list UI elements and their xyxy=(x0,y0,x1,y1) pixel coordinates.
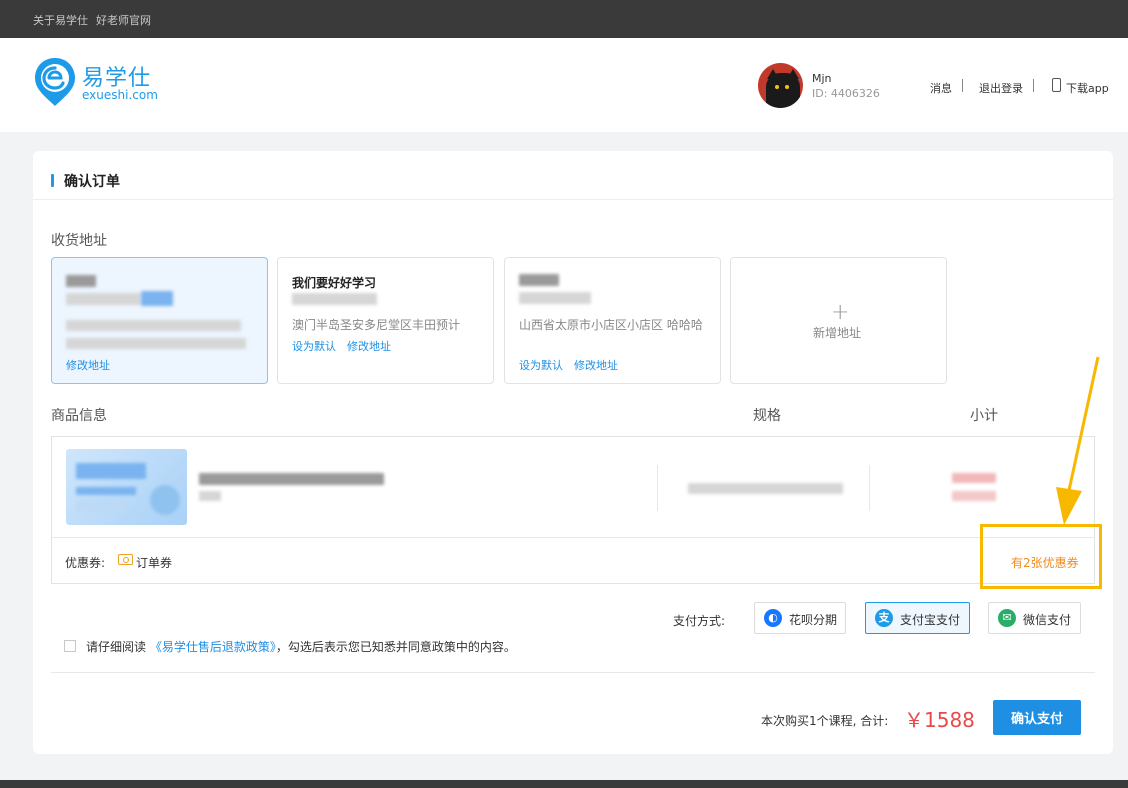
alipay-icon: 支 xyxy=(875,609,893,627)
annotation-arrow-icon xyxy=(1056,356,1100,525)
annotation-highlight-box xyxy=(980,524,1102,589)
official-site-link[interactable]: 好老师官网 xyxy=(96,12,151,28)
agreement-suffix: ，勾选后表示您已知悉并同意政策中的内容。 xyxy=(275,640,516,654)
wechat-icon: ✉ xyxy=(998,609,1016,627)
redacted-name xyxy=(519,274,559,286)
redacted-price xyxy=(952,491,996,501)
redacted-course-title xyxy=(199,473,384,485)
title-accent xyxy=(51,174,54,187)
edit-address-link[interactable]: 修改地址 xyxy=(574,357,618,373)
ticket-icon xyxy=(118,554,133,565)
logo-text-en[interactable]: exueshi.com xyxy=(82,88,158,102)
coupon-label: 优惠券: xyxy=(65,556,106,570)
alipay-label: 支付宝支付 xyxy=(900,613,961,627)
wechat-pay-button[interactable]: ✉ 微信支付 xyxy=(988,602,1081,634)
page-title: 确认订单 xyxy=(64,174,120,190)
divider xyxy=(51,672,1095,673)
redacted-address xyxy=(66,338,246,349)
exueshi-logo-icon[interactable] xyxy=(33,56,77,108)
download-app-link[interactable]: 下载app xyxy=(1066,80,1109,96)
refund-policy-link[interactable]: 《易学仕售后退款政策》 xyxy=(150,640,276,654)
coupon-type: 订单券 xyxy=(136,556,173,570)
user-name: Mjn xyxy=(812,72,832,85)
user-id: ID: 4406326 xyxy=(812,87,880,100)
address-card[interactable]: 修改地址 xyxy=(51,257,268,384)
huabei-icon: ◐ xyxy=(764,609,782,627)
wechat-label: 微信支付 xyxy=(1023,613,1072,627)
huabei-pay-button[interactable]: ◐ 花呗分期 xyxy=(754,602,846,634)
set-default-link[interactable]: 设为默认 xyxy=(292,338,336,354)
messages-link[interactable]: 消息 xyxy=(930,80,952,96)
about-link[interactable]: 关于易学仕 xyxy=(33,12,88,28)
huabei-label: 花呗分期 xyxy=(789,613,838,627)
confirm-pay-button[interactable]: 确认支付 xyxy=(993,700,1081,735)
agreement-prefix: 请仔细阅读 xyxy=(86,640,147,654)
redacted-course-title xyxy=(199,491,221,501)
logout-link[interactable]: 退出登录 xyxy=(979,80,1023,96)
divider xyxy=(33,199,1113,200)
subtotal-label: 小计 xyxy=(970,408,998,424)
avatar[interactable] xyxy=(758,63,803,108)
total-price: ￥1588 xyxy=(904,708,975,732)
set-default-link[interactable]: 设为默认 xyxy=(519,357,563,373)
goods-box: 优惠券: 订单券 有2张优惠券 xyxy=(51,436,1095,584)
agreement-text: 请仔细阅读 《易学仕售后退款政策》，勾选后表示您已知悉并同意政策中的内容。 xyxy=(86,638,516,655)
default-tag xyxy=(141,291,173,306)
goods-info-label: 商品信息 xyxy=(51,408,107,424)
edit-address-link[interactable]: 修改地址 xyxy=(347,338,391,354)
divider xyxy=(52,537,1094,538)
site-header: 易学仕 exueshi.com Mjn ID: 4406326 消息 退出登录 … xyxy=(0,38,1128,132)
divider xyxy=(657,465,658,511)
total-label: 本次购买1个课程, 合计: xyxy=(761,714,889,728)
course-thumbnail[interactable] xyxy=(66,449,187,525)
address-detail: 山西省太原市小店区小店区 哈哈哈 xyxy=(519,318,703,332)
divider xyxy=(869,465,870,511)
top-bar: 关于易学仕 好老师官网 xyxy=(0,0,1128,38)
address-card[interactable]: 山西省太原市小店区小店区 哈哈哈 设为默认 修改地址 xyxy=(504,257,721,384)
add-address-label: 新增地址 xyxy=(813,326,862,340)
alipay-button[interactable]: 支 支付宝支付 xyxy=(865,602,970,634)
address-card[interactable]: 我们要好好学习 澳门半岛圣安多尼堂区丰田预计 设为默认 修改地址 xyxy=(277,257,494,384)
redacted-phone xyxy=(519,292,591,304)
edit-address-link[interactable]: 修改地址 xyxy=(66,357,110,373)
divider xyxy=(1033,79,1034,92)
redacted-name xyxy=(66,275,96,287)
add-address-card[interactable]: + 新增地址 xyxy=(730,257,947,384)
payment-method-label: 支付方式: xyxy=(673,614,726,628)
order-card: 确认订单 收货地址 修改地址 我们要好好学习 澳门半岛圣安多尼堂区丰田预计 设为… xyxy=(33,151,1113,754)
agreement-checkbox[interactable] xyxy=(64,640,76,652)
address-name: 我们要好好学习 xyxy=(292,276,377,290)
redacted-phone xyxy=(292,293,377,305)
divider xyxy=(962,79,963,92)
redacted-address xyxy=(66,320,241,331)
phone-icon xyxy=(1052,78,1061,92)
address-detail: 澳门半岛圣安多尼堂区丰田预计 xyxy=(292,318,461,332)
footer-bar xyxy=(0,780,1128,788)
redacted-price xyxy=(952,473,996,483)
plus-icon: + xyxy=(831,300,850,325)
spec-label: 规格 xyxy=(753,408,781,424)
redacted-phone xyxy=(66,293,141,305)
address-section-label: 收货地址 xyxy=(51,233,107,249)
redacted-spec xyxy=(688,483,843,494)
